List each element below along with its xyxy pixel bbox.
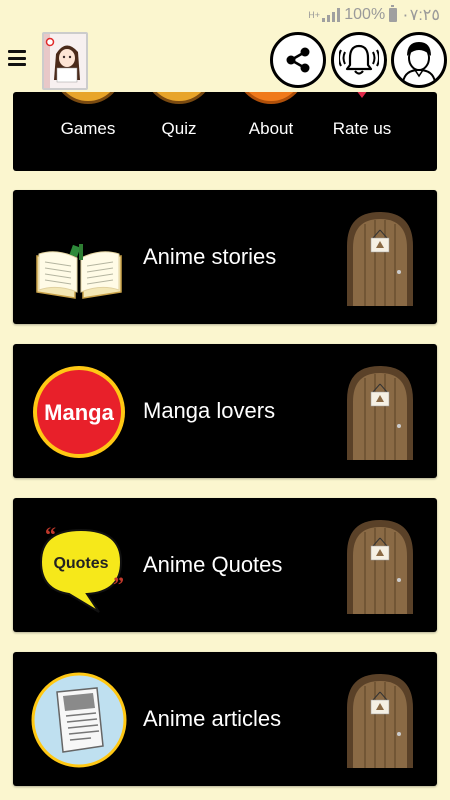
manga-lovers-card[interactable]: Manga Manga lovers [13, 344, 437, 478]
status-indicators: H+ 100% ٠٧:٢٥ [308, 5, 440, 25]
anime-quotes-card[interactable]: “ ” Quotes Anime Quotes [13, 498, 437, 632]
manga-badge-icon: Manga [33, 366, 125, 458]
user-avatar-icon [402, 42, 436, 82]
profile-button[interactable] [391, 32, 447, 88]
svg-text:”: ” [113, 572, 124, 597]
signal-icon [322, 8, 341, 22]
card-title: Anime articles [143, 706, 282, 731]
battery-percent: 100% [344, 6, 386, 23]
manga-badge-text: Manga [44, 400, 114, 425]
network-type: H+ [308, 9, 321, 20]
status-bar: H+ 100% ٠٧:٢٥ [0, 0, 450, 30]
menu-icon[interactable] [8, 50, 26, 66]
anime-articles-card[interactable]: Anime articles [13, 652, 437, 786]
games-item[interactable]: Games [43, 92, 133, 171]
quiz-item[interactable]: Quiz [134, 92, 224, 171]
quiz-label: Quiz [161, 119, 197, 138]
quotes-bubble-icon: “ ” Quotes [39, 522, 124, 613]
open-book-icon [36, 244, 122, 299]
quotes-badge-text: Quotes [53, 555, 108, 572]
about-label: About [248, 119, 294, 138]
games-icon [53, 92, 123, 104]
card-title: Anime Quotes [143, 552, 283, 577]
app-bar [0, 30, 450, 92]
quick-menu-card: Games Quiz About Rate us [13, 92, 437, 171]
svg-text:“: “ [45, 522, 56, 547]
share-icon [286, 47, 310, 73]
clock: ٠٧:٢٥ [401, 7, 440, 24]
newspaper-icon [31, 672, 127, 768]
door-icon [347, 674, 413, 768]
about-item[interactable]: About [226, 92, 316, 171]
door-icon [347, 520, 413, 614]
rate-us-label: Rate us [332, 119, 392, 138]
share-button[interactable] [270, 32, 326, 88]
door-icon [347, 366, 413, 460]
bell-icon [339, 44, 379, 75]
battery-icon [389, 5, 398, 22]
anime-stories-card[interactable]: Anime stories [13, 190, 437, 324]
rate-us-item[interactable]: Rate us [317, 92, 407, 171]
notifications-button[interactable] [331, 32, 387, 88]
door-icon [347, 212, 413, 306]
card-title: Anime stories [143, 244, 277, 269]
quiz-icon [144, 92, 214, 104]
about-icon [236, 92, 306, 104]
card-title: Manga lovers [143, 398, 276, 423]
games-label: Games [60, 119, 116, 138]
anime-book-logo-icon[interactable] [42, 32, 88, 90]
rate-us-icon [356, 92, 368, 98]
